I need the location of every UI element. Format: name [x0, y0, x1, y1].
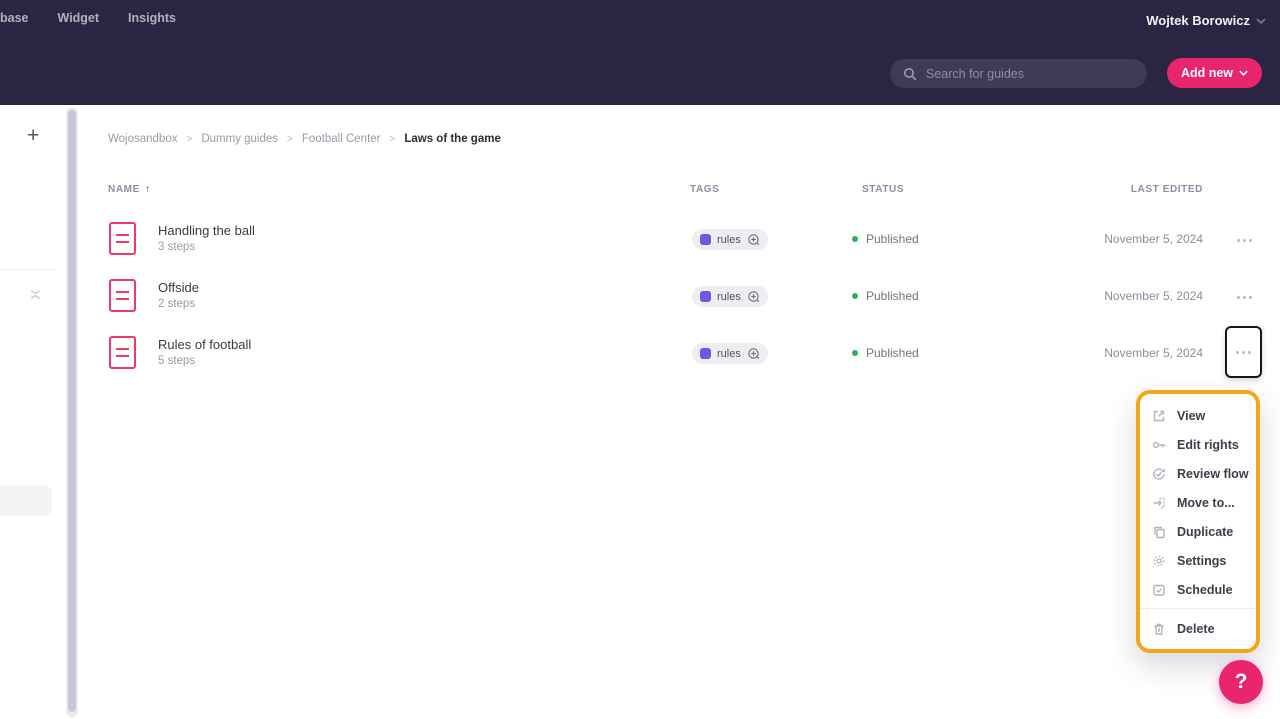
key-icon [1152, 438, 1166, 452]
trash-icon [1152, 622, 1166, 636]
last-edited-date: November 5, 2024 [1104, 346, 1203, 360]
column-header-status[interactable]: STATUS [862, 184, 904, 195]
tag-pill[interactable]: rules [692, 286, 768, 307]
guide-list: Handling the ball 3 steps rules Publishe… [0, 211, 1280, 382]
chevron-down-icon [1256, 18, 1266, 24]
guide-steps: 5 steps [158, 355, 195, 367]
guide-steps: 3 steps [158, 241, 195, 253]
tag-pill[interactable]: rules [692, 343, 768, 364]
last-edited-date: November 5, 2024 [1104, 289, 1203, 303]
topbar: base Widget Insights Wojtek Borowicz Add… [0, 0, 1280, 105]
nav-item-insights[interactable]: Insights [128, 11, 176, 25]
published-dot-icon [852, 293, 858, 299]
menu-item-delete[interactable]: Delete [1140, 614, 1256, 643]
more-options-button[interactable] [1233, 292, 1256, 303]
status-badge: Published [852, 232, 919, 246]
tag-manage-icon [747, 347, 760, 360]
menu-item-duplicate[interactable]: Duplicate [1140, 517, 1256, 546]
breadcrumb-separator: > [390, 134, 396, 145]
column-header-name[interactable]: NAME ↑ [108, 184, 150, 195]
tag-color-swatch [700, 348, 711, 359]
schedule-icon [1152, 583, 1166, 597]
menu-item-schedule[interactable]: Schedule [1140, 575, 1256, 604]
external-link-icon [1152, 409, 1166, 423]
menu-item-view[interactable]: View [1140, 401, 1256, 430]
tag-label: rules [717, 291, 741, 303]
question-icon: ? [1235, 670, 1248, 694]
status-badge: Published [852, 289, 919, 303]
menu-item-review-flow[interactable]: Review flow [1140, 459, 1256, 488]
duplicate-icon [1152, 525, 1166, 539]
table-row[interactable]: Rules of football 5 steps rules Publishe… [0, 325, 1280, 382]
chevron-down-icon [1239, 70, 1248, 76]
menu-item-move-to[interactable]: Move to... [1140, 488, 1256, 517]
guide-steps: 2 steps [158, 298, 195, 310]
tag-color-swatch [700, 291, 711, 302]
breadcrumb-current: Laws of the game [404, 133, 501, 145]
sort-asc-icon: ↑ [145, 184, 151, 195]
tag-pill[interactable]: rules [692, 229, 768, 250]
gear-icon [1152, 554, 1166, 568]
breadcrumb-separator: > [287, 134, 293, 145]
sidebar: + [0, 105, 88, 719]
guide-title: Offside [158, 280, 199, 295]
column-header-last-edited[interactable]: LAST EDITED [1131, 184, 1203, 195]
help-button[interactable]: ? [1219, 660, 1263, 704]
tag-manage-icon [747, 290, 760, 303]
published-dot-icon [852, 350, 858, 356]
account-menu[interactable]: Wojtek Borowicz [1146, 13, 1266, 28]
search-icon [903, 67, 917, 81]
context-menu: View Edit rights Review flow Move to... … [1136, 390, 1260, 653]
guide-title: Rules of football [158, 337, 251, 352]
more-options-button[interactable] [1233, 235, 1256, 246]
last-edited-date: November 5, 2024 [1104, 232, 1203, 246]
breadcrumb: Wojosandbox > Dummy guides > Football Ce… [108, 133, 501, 145]
nav-item-knowledge-base[interactable]: base [0, 11, 29, 25]
menu-item-settings[interactable]: Settings [1140, 546, 1256, 575]
more-options-button-highlighted[interactable] [1225, 326, 1262, 378]
tag-manage-icon [747, 233, 760, 246]
nav-item-widget[interactable]: Widget [58, 11, 100, 25]
tag-label: rules [717, 348, 741, 360]
sidebar-scrollbar-thumb[interactable] [68, 110, 76, 712]
guide-document-icon [109, 336, 136, 369]
tag-color-swatch [700, 234, 711, 245]
sidebar-selected-item[interactable] [0, 485, 52, 516]
menu-divider [1140, 608, 1256, 609]
guide-title: Handling the ball [158, 223, 255, 238]
move-to-icon [1152, 496, 1166, 510]
breadcrumb-item-subfolder[interactable]: Football Center [302, 133, 381, 145]
tag-label: rules [717, 234, 741, 246]
guide-document-icon [109, 222, 136, 255]
menu-item-edit-rights[interactable]: Edit rights [1140, 430, 1256, 459]
column-header-tags[interactable]: TAGS [690, 184, 719, 195]
breadcrumb-item-workspace[interactable]: Wojosandbox [108, 133, 177, 145]
table-row[interactable]: Handling the ball 3 steps rules Publishe… [0, 211, 1280, 268]
guide-document-icon [109, 279, 136, 312]
breadcrumb-separator: > [186, 134, 192, 145]
search-bar[interactable] [890, 59, 1147, 88]
status-badge: Published [852, 346, 919, 360]
review-flow-icon [1152, 467, 1166, 481]
published-dot-icon [852, 236, 858, 242]
add-new-label: Add new [1181, 66, 1233, 80]
user-name: Wojtek Borowicz [1146, 13, 1250, 28]
breadcrumb-item-folder[interactable]: Dummy guides [201, 133, 278, 145]
add-guide-button[interactable]: + [27, 124, 39, 148]
table-row[interactable]: Offside 2 steps rules Published November… [0, 268, 1280, 325]
top-navigation: base Widget Insights [0, 11, 176, 25]
search-input[interactable] [926, 67, 1126, 81]
add-new-button[interactable]: Add new [1167, 58, 1262, 88]
